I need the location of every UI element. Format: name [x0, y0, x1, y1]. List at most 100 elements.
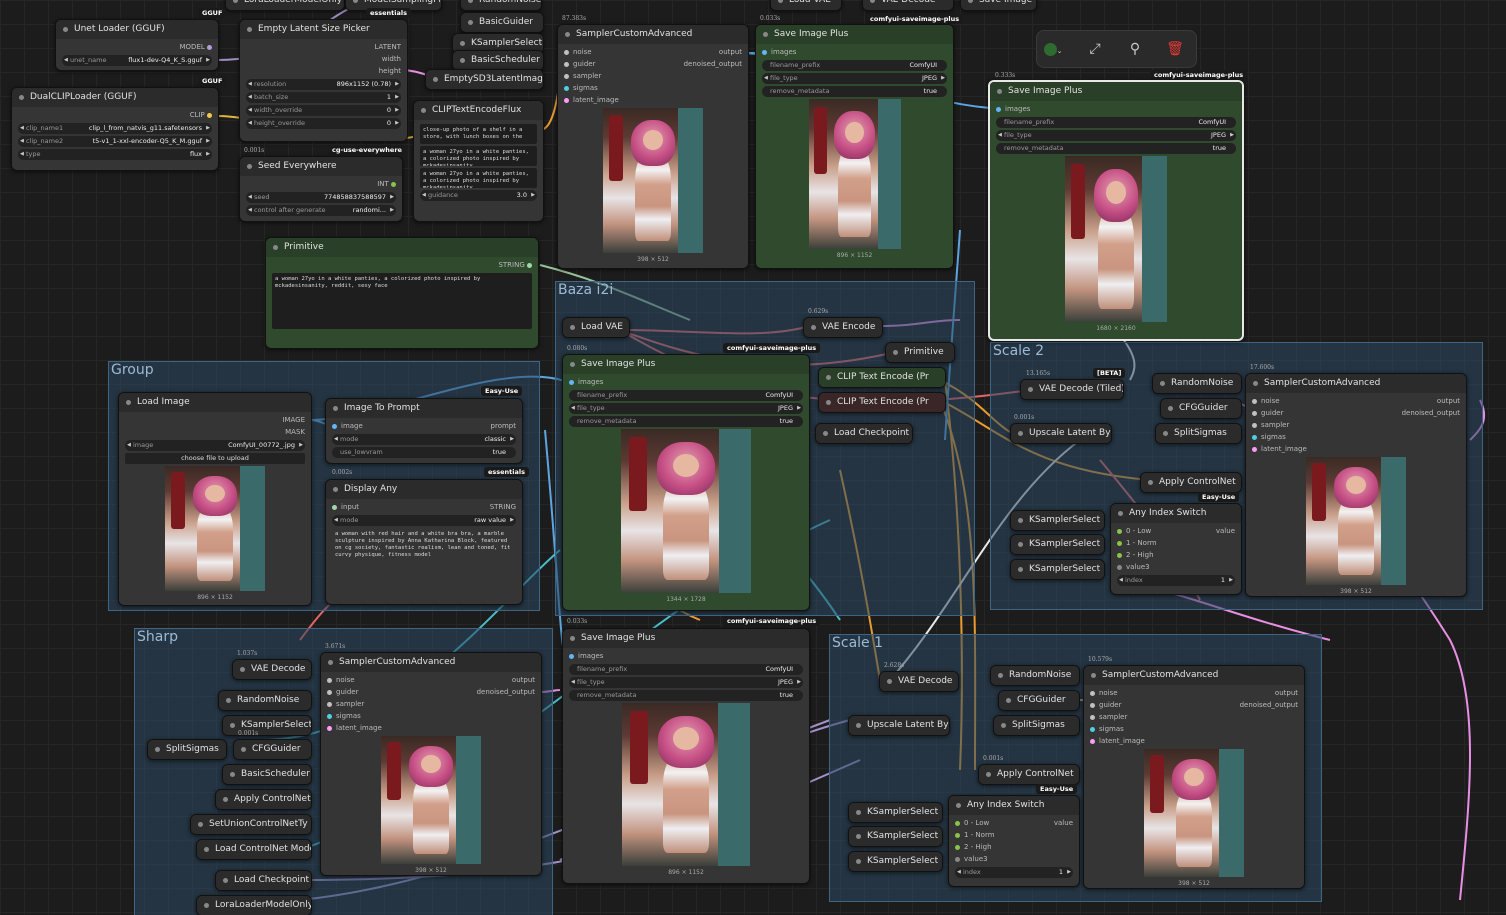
- node-primitive-2[interactable]: Primitive: [885, 342, 955, 363]
- node-random-noise-sharp[interactable]: RandomNoise: [218, 690, 312, 711]
- node-empty-sd3-latent[interactable]: EmptySD3LatentImage: [425, 69, 544, 90]
- node-load-controlnet-model[interactable]: Load ControlNet Mode: [196, 839, 312, 860]
- green-circle-icon[interactable]: ⌄: [1043, 39, 1063, 59]
- input-value3[interactable]: value3: [1117, 561, 1235, 573]
- output-clip[interactable]: CLIP: [18, 109, 212, 121]
- node-any-index-switch-s1[interactable]: Any Index Switch 0 - Low value 1 - Norm 2…: [948, 795, 1080, 887]
- node-random-noise-s2[interactable]: RandomNoise: [1152, 373, 1242, 394]
- node-save-image-plus-top[interactable]: Save Image Plus images filename_prefix Co…: [755, 24, 954, 269]
- index-widget[interactable]: index1: [955, 867, 1073, 878]
- clip-name2-widget[interactable]: clip_name2t5-v1_1-xxl-encoder-Q5_K_M.ggu…: [18, 136, 212, 147]
- input-norm[interactable]: 1 - Norm: [955, 829, 1073, 841]
- unet-name-widget[interactable]: unet_nameflux1-dev-Q4_K_S.gguf: [62, 55, 212, 66]
- node-upscale-latent-s1[interactable]: Upscale Latent By: [848, 715, 950, 736]
- input-sampler[interactable]: sampler: [1090, 711, 1298, 723]
- input-latent-image[interactable]: latent_image: [1252, 443, 1460, 455]
- node-cfg-guider-sharp[interactable]: CFGGuider: [233, 739, 312, 760]
- node-seed-everywhere[interactable]: Seed Everywhere INT seed774858837588597 …: [239, 156, 403, 222]
- input-guider[interactable]: guider denoised_output: [1090, 699, 1298, 711]
- remove-metadata-toggle[interactable]: remove_metadata true: [996, 143, 1236, 154]
- input-sampler[interactable]: sampler: [1252, 419, 1460, 431]
- node-clip-text-encode-flux[interactable]: CLIPTextEncodeFlux close-up photo of a s…: [413, 100, 544, 222]
- filename-prefix-widget[interactable]: filename_prefix ComfyUI: [996, 117, 1236, 128]
- file-type-widget[interactable]: file_typeJPEG: [996, 130, 1236, 141]
- filename-prefix-widget[interactable]: filename_prefix ComfyUI: [762, 60, 947, 71]
- node-clip-text-encode-negative[interactable]: CLIP Text Encode (Pr: [818, 392, 946, 413]
- output-height[interactable]: height: [246, 65, 401, 77]
- node-save-image-plus-bottom[interactable]: Save Image Plus images filename_prefix Co…: [562, 628, 810, 884]
- node-vae-decode-sharp[interactable]: VAE Decode: [232, 659, 312, 680]
- width-override-widget[interactable]: width_override0: [246, 105, 401, 116]
- output-width[interactable]: width: [246, 53, 401, 65]
- bypass-icon[interactable]: ⤢: [1085, 39, 1105, 59]
- input-guider[interactable]: guider denoised_output: [564, 58, 742, 70]
- node-empty-latent-picker[interactable]: Empty Latent Size Picker LATENT width he…: [239, 19, 408, 142]
- remove-metadata-toggle[interactable]: remove_metadata true: [569, 690, 803, 701]
- type-widget[interactable]: typeflux: [18, 149, 212, 160]
- node-ksampler-select-s1-3[interactable]: KSamplerSelect: [848, 851, 943, 872]
- batch-size-widget[interactable]: batch_size1: [246, 92, 401, 103]
- remove-metadata-toggle[interactable]: remove_metadata true: [569, 416, 803, 427]
- input-sigmas[interactable]: sigmas: [1090, 723, 1298, 735]
- input-sampler[interactable]: sampler: [327, 698, 535, 710]
- node-image-to-prompt[interactable]: Image To Prompt imageprompt modeclassic …: [325, 398, 523, 464]
- index-widget[interactable]: index1: [1117, 575, 1235, 586]
- node-lora-top[interactable]: LoraLoaderModelOnly: [225, 0, 345, 11]
- clip-l-text[interactable]: close-up photo of a shelf in a store, wi…: [420, 124, 537, 144]
- node-sampler-custom-advanced-s1[interactable]: SamplerCustomAdvanced noise output guider…: [1083, 665, 1305, 889]
- remove-metadata-toggle[interactable]: remove_metadata true: [762, 86, 947, 97]
- node-dualclip-loader[interactable]: DualCLIPLoader (GGUF) CLIP clip_name1cli…: [11, 87, 219, 171]
- node-ksampler-select-s1-2[interactable]: KSamplerSelect: [848, 826, 943, 847]
- node-vae-encode[interactable]: VAE Encode: [803, 317, 883, 338]
- node-random-noise-top[interactable]: RandomNoise: [460, 0, 542, 11]
- node-split-sigmas-s2[interactable]: SplitSigmas: [1155, 423, 1242, 444]
- node-ksampler-select-s1-1[interactable]: KSamplerSelect: [848, 802, 943, 823]
- filename-prefix-widget[interactable]: filename_prefix ComfyUI: [569, 390, 803, 401]
- node-display-any[interactable]: Display Any inputSTRING moderaw value a …: [325, 479, 523, 605]
- input-noise[interactable]: noise output: [327, 674, 535, 686]
- node-load-checkpoint[interactable]: Load Checkpoint: [815, 423, 913, 444]
- input-images[interactable]: images: [762, 46, 947, 58]
- input-sigmas[interactable]: sigmas: [327, 710, 535, 722]
- node-unet-loader[interactable]: Unet Loader (GGUF) MODEL unet_nameflux1-…: [55, 19, 219, 71]
- input-latent-image[interactable]: latent_image: [564, 94, 742, 106]
- node-apply-controlnet-s2[interactable]: Apply ControlNet: [1140, 472, 1242, 493]
- node-cfg-guider-s1[interactable]: CFGGuider: [998, 690, 1080, 711]
- node-sampler-custom-advanced-sharp[interactable]: SamplerCustomAdvanced noise output guider…: [320, 652, 542, 876]
- input-sampler[interactable]: sampler: [564, 70, 742, 82]
- clip-name1-widget[interactable]: clip_name1clip_l_from_natvis_g11.safeten…: [18, 123, 212, 134]
- output-latent[interactable]: LATENT: [246, 41, 401, 53]
- seed-widget[interactable]: seed774858837588597: [246, 192, 396, 203]
- node-vae-decode-s1[interactable]: VAE Decode: [879, 671, 959, 692]
- node-basic-scheduler-top[interactable]: BasicScheduler: [452, 50, 544, 71]
- input-sigmas[interactable]: sigmas: [1252, 431, 1460, 443]
- pin-icon[interactable]: ⚲: [1125, 39, 1145, 59]
- node-cfg-guider-s2[interactable]: CFGGuider: [1160, 398, 1242, 419]
- input-input[interactable]: input STRING: [332, 501, 516, 513]
- input-high[interactable]: 2 - High: [955, 841, 1073, 853]
- input-latent-image[interactable]: latent_image: [327, 722, 535, 734]
- input-noise[interactable]: noise output: [1090, 687, 1298, 699]
- node-split-sigmas-s1[interactable]: SplitSigmas: [993, 715, 1080, 736]
- node-upscale-latent-s2[interactable]: Upscale Latent By: [1010, 423, 1112, 444]
- node-clip-text-encode-positive[interactable]: CLIP Text Encode (Pr: [818, 367, 946, 388]
- input-guider[interactable]: guider denoised_output: [327, 686, 535, 698]
- node-ksampler-select-s2-2[interactable]: KSamplerSelect: [1010, 534, 1105, 555]
- input-low[interactable]: 0 - Low value: [1117, 525, 1235, 537]
- input-sigmas[interactable]: sigmas: [564, 82, 742, 94]
- image-file-widget[interactable]: imageComfyUI_00772_.jpg: [125, 440, 305, 451]
- node-basic-scheduler-sharp[interactable]: BasicScheduler: [222, 764, 312, 785]
- node-save-image-plus-selected[interactable]: Save Image Plus images filename_prefix Co…: [988, 80, 1244, 341]
- height-override-widget[interactable]: height_override0: [246, 118, 401, 129]
- node-vae-decode-tiled[interactable]: VAE Decode (Tiled): [1020, 379, 1124, 400]
- output-string[interactable]: STRING: [272, 259, 532, 271]
- input-images[interactable]: images: [569, 650, 803, 662]
- guidance-widget[interactable]: guidance3.0: [420, 190, 537, 201]
- use-lowvram-toggle[interactable]: use_lowvram true: [332, 447, 516, 458]
- node-load-image[interactable]: Load Image IMAGE MASK imageComfyUI_00772…: [118, 392, 312, 606]
- input-high[interactable]: 2 - High: [1117, 549, 1235, 561]
- node-apply-controlnet-s1[interactable]: Apply ControlNet: [978, 764, 1080, 785]
- file-type-widget[interactable]: file_typeJPEG: [569, 677, 803, 688]
- output-model[interactable]: MODEL: [62, 41, 212, 53]
- output-image[interactable]: IMAGE: [125, 414, 305, 426]
